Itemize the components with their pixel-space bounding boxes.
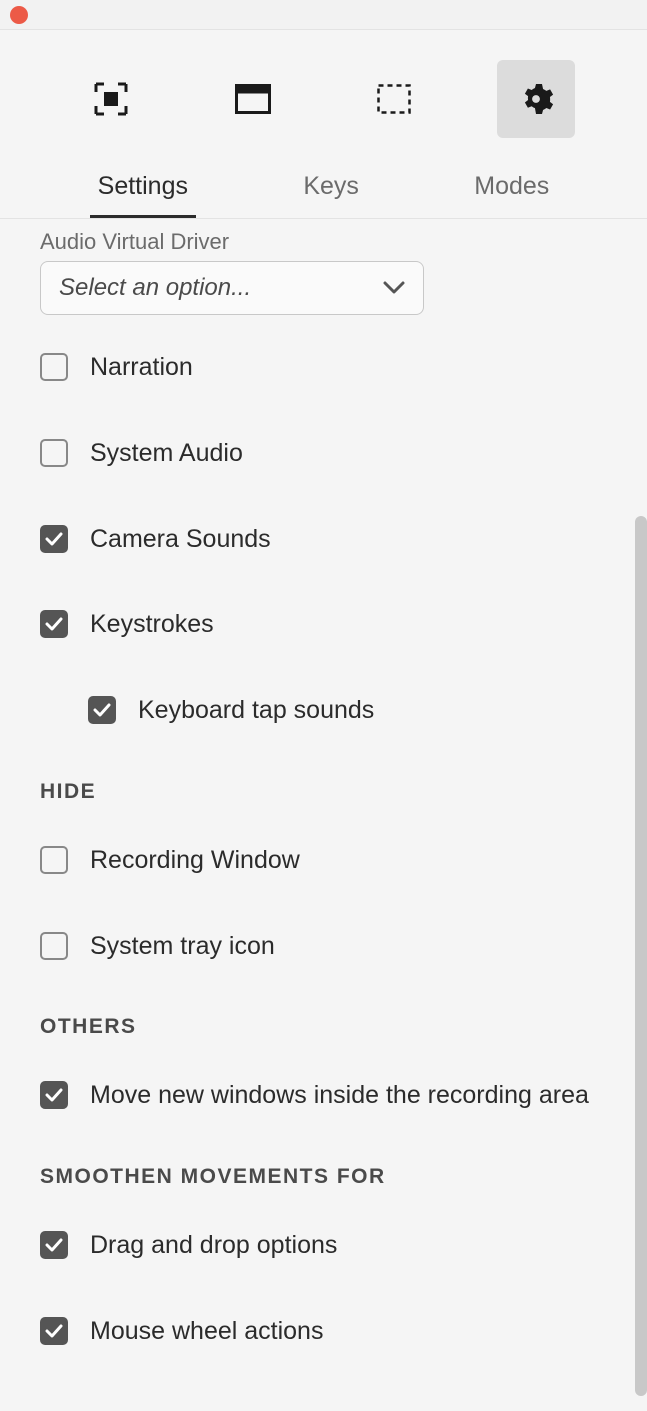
system-audio-checkbox[interactable] [40,439,68,467]
tabs: Settings Keys Modes [0,158,647,219]
tray-icon-checkbox[interactable] [40,932,68,960]
window-mode-button[interactable] [214,60,292,138]
settings-content: Audio Virtual Driver Select an option...… [0,219,647,1380]
system-audio-label: System Audio [90,437,243,471]
drag-drop-label: Drag and drop options [90,1229,337,1263]
fullscreen-icon [94,82,128,116]
narration-label: Narration [90,351,193,385]
gear-icon [518,81,554,117]
tray-icon-label: System tray icon [90,930,275,964]
close-window-button[interactable] [10,6,28,24]
mode-toolbar [0,30,647,158]
keystrokes-checkbox[interactable] [40,610,68,638]
recording-window-label: Recording Window [90,844,300,878]
tab-modes[interactable]: Modes [466,158,557,218]
chevron-down-icon [383,281,405,295]
scrollbar-thumb[interactable] [635,516,647,1396]
hide-header: HIDE [40,780,607,804]
window-icon [235,84,271,114]
settings-mode-button[interactable] [497,60,575,138]
dropdown-placeholder: Select an option... [59,274,251,302]
audio-driver-label: Audio Virtual Driver [40,229,607,255]
narration-checkbox[interactable] [40,353,68,381]
titlebar [0,0,647,30]
camera-sounds-checkbox[interactable] [40,525,68,553]
audio-driver-dropdown[interactable]: Select an option... [40,261,424,315]
drag-drop-checkbox[interactable] [40,1231,68,1259]
keystrokes-label: Keystrokes [90,608,214,642]
move-windows-checkbox[interactable] [40,1081,68,1109]
tab-keys[interactable]: Keys [295,158,367,218]
camera-sounds-label: Camera Sounds [90,523,271,557]
others-header: OTHERS [40,1015,607,1039]
region-mode-button[interactable] [355,60,433,138]
tap-sounds-checkbox[interactable] [88,696,116,724]
smoothen-header: SMOOTHEN MOVEMENTS FOR [40,1165,607,1189]
tab-settings[interactable]: Settings [90,158,196,218]
mouse-wheel-label: Mouse wheel actions [90,1315,323,1349]
recording-window-checkbox[interactable] [40,846,68,874]
tap-sounds-label: Keyboard tap sounds [138,694,374,728]
move-windows-label: Move new windows inside the recording ar… [90,1079,589,1113]
mouse-wheel-checkbox[interactable] [40,1317,68,1345]
fullscreen-mode-button[interactable] [72,60,150,138]
region-icon [377,84,411,114]
